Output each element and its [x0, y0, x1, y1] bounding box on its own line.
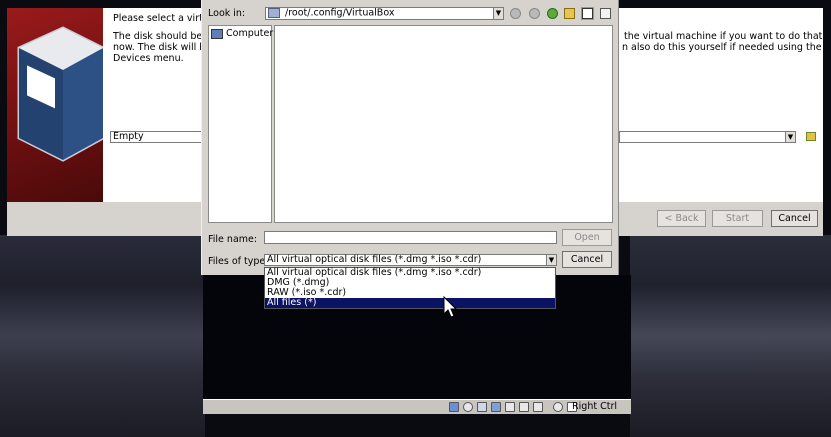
shared-folders-icon[interactable]: [519, 402, 529, 412]
desktop-background-right: [630, 235, 831, 437]
sidebar-item-computer[interactable]: Computer: [211, 28, 273, 39]
cancel-button[interactable]: Cancel: [771, 210, 818, 227]
files-of-type-combo[interactable]: All virtual optical disk files (*.dmg *.…: [264, 254, 557, 266]
wizard-desc-line: the virtual machine if you want to do th…: [624, 31, 823, 42]
wizard-desc-line: n also do this yourself if needed using …: [622, 42, 822, 53]
list-view-icon[interactable]: [581, 7, 594, 20]
back-icon[interactable]: [510, 8, 521, 19]
back-button[interactable]: < Back: [657, 210, 706, 227]
virtualbox-cube-icon: [17, 26, 105, 162]
wizard-desc-line: The disk should be s: [113, 31, 211, 42]
sidebar-item-label: Computer: [226, 28, 274, 39]
files-of-type-label: Files of type:: [208, 256, 269, 267]
wizard-desc-line: now. The disk will be: [113, 42, 212, 53]
chevron-down-icon[interactable]: ▼: [493, 8, 503, 19]
open-button[interactable]: Open: [562, 229, 612, 246]
desktop-background-left: [0, 235, 205, 437]
file-name-input[interactable]: [264, 231, 557, 244]
file-name-label: File name:: [208, 234, 258, 245]
file-type-option-selected[interactable]: All files (*): [265, 298, 555, 308]
hard-disk-icon[interactable]: [449, 402, 459, 412]
file-list-panel[interactable]: [274, 25, 613, 223]
open-file-dialog: Look in: /root/.config/VirtualBox ▼ Comp…: [201, 0, 619, 275]
sidebar-panel: Computer: [208, 25, 273, 223]
disk-combo-left[interactable]: Empty: [110, 131, 202, 143]
look-in-label: Look in:: [208, 8, 246, 19]
new-folder-icon[interactable]: [564, 8, 575, 19]
disk-combo-value: Empty: [113, 131, 144, 142]
wizard-intro-text: Please select a virtua: [113, 13, 215, 24]
parent-directory-icon[interactable]: [547, 8, 558, 19]
optical-disk-icon[interactable]: [463, 402, 473, 412]
files-of-type-value: All virtual optical disk files (*.dmg *.…: [267, 254, 482, 265]
detail-view-icon[interactable]: [600, 8, 611, 19]
forward-icon[interactable]: [529, 8, 540, 19]
chevron-down-icon[interactable]: ▼: [785, 132, 795, 142]
wizard-desc-line: Devices menu.: [113, 53, 184, 64]
folder-icon: [268, 8, 280, 18]
virtualbox-logo-banner: [7, 8, 105, 202]
chevron-down-icon[interactable]: ▼: [546, 255, 556, 265]
computer-icon: [211, 28, 223, 39]
disk-combo-right[interactable]: ▼: [619, 131, 796, 143]
usb-icon[interactable]: [505, 402, 515, 412]
look-in-combo[interactable]: /root/.config/VirtualBox ▼: [265, 7, 504, 20]
host-key-label: Right Ctrl: [572, 401, 617, 412]
folder-open-icon[interactable]: [806, 132, 816, 141]
mouse-cursor-icon: [443, 296, 457, 318]
file-type-dropdown-list: All virtual optical disk files (*.dmg *.…: [264, 267, 556, 309]
look-in-value: /root/.config/VirtualBox: [285, 7, 395, 19]
start-button[interactable]: Start: [712, 210, 763, 227]
vm-status-bar: Right Ctrl: [203, 399, 631, 414]
cancel-button[interactable]: Cancel: [562, 251, 612, 268]
network-icon[interactable]: [491, 402, 501, 412]
mouse-integration-icon[interactable]: [553, 402, 563, 412]
floppy-icon[interactable]: [477, 402, 487, 412]
display-icon[interactable]: [533, 402, 543, 412]
